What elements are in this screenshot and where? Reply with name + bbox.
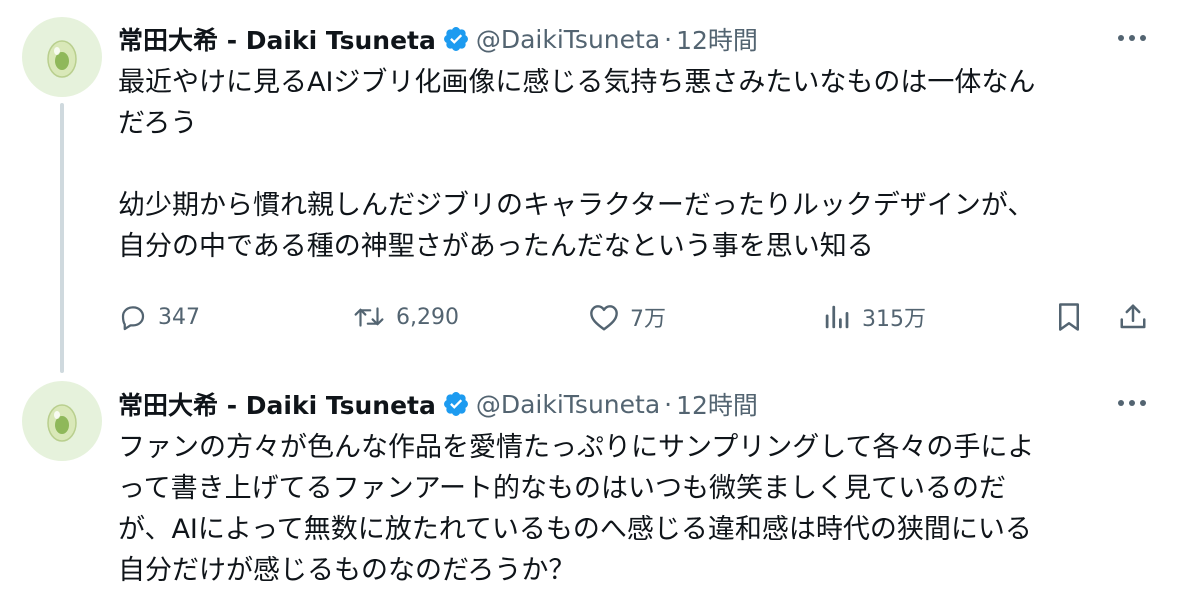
author-handle[interactable]: @DaikiTsuneta xyxy=(476,390,660,419)
views-button[interactable]: 315万 xyxy=(822,297,926,337)
verified-badge-icon xyxy=(442,25,470,53)
tweet-header: 常田大希 - Daiki Tsuneta @DaikiTsuneta · 12時… xyxy=(118,384,758,424)
separator-dot: · xyxy=(664,24,673,54)
tweet[interactable]: 常田大希 - Daiki Tsuneta @DaikiTsuneta · 12時… xyxy=(0,372,1182,612)
like-count: 7万 xyxy=(630,307,666,332)
egg-avatar-icon xyxy=(47,40,77,78)
bookmark-icon xyxy=(1059,303,1079,331)
author-display-name[interactable]: 常田大希 - Daiki Tsuneta xyxy=(118,386,436,422)
retweet-arrows-icon xyxy=(354,307,384,327)
reply-count: 347 xyxy=(158,304,200,330)
retweet-count: 6,290 xyxy=(396,304,459,330)
tweet-timestamp[interactable]: 12時間 xyxy=(676,21,758,57)
views-count: 315万 xyxy=(862,307,926,332)
tweet-actions: 347 6,290 7万 315万 xyxy=(118,297,1158,337)
author-display-name[interactable]: 常田大希 - Daiki Tsuneta xyxy=(118,21,436,57)
avatar[interactable] xyxy=(22,381,102,461)
avatar[interactable] xyxy=(22,17,102,97)
thread-connector-line xyxy=(60,103,64,373)
tweet-text: ファンの方々が色んな作品を愛情たっぷりにサンプリングして各々の手によ って書き上… xyxy=(118,432,1035,586)
egg-avatar-icon xyxy=(47,404,77,442)
verified-badge-icon xyxy=(442,390,470,418)
bar-chart-icon xyxy=(825,305,849,329)
tweet[interactable]: 常田大希 - Daiki Tsuneta @DaikiTsuneta · 12時… xyxy=(0,0,1182,373)
separator-dot: · xyxy=(664,389,673,419)
more-dots-icon[interactable] xyxy=(1112,383,1152,423)
bookmark-button[interactable] xyxy=(1054,297,1084,337)
speech-bubble-icon xyxy=(121,306,145,331)
tweet-timestamp[interactable]: 12時間 xyxy=(676,386,758,422)
more-dots-icon[interactable] xyxy=(1112,18,1152,58)
upload-icon xyxy=(1120,304,1146,329)
share-button[interactable] xyxy=(1118,297,1148,337)
author-handle[interactable]: @DaikiTsuneta xyxy=(476,25,660,54)
tweet-text: 最近やけに見るAIジブリ化画像に感じる気持ち悪さみたいなものは一体なん だろう … xyxy=(118,67,1036,262)
like-button[interactable]: 7万 xyxy=(588,297,666,337)
reply-button[interactable]: 347 xyxy=(118,297,200,337)
tweet-header: 常田大希 - Daiki Tsuneta @DaikiTsuneta · 12時… xyxy=(118,19,758,59)
heart-icon xyxy=(590,305,618,331)
retweet-button[interactable]: 6,290 xyxy=(352,297,459,337)
